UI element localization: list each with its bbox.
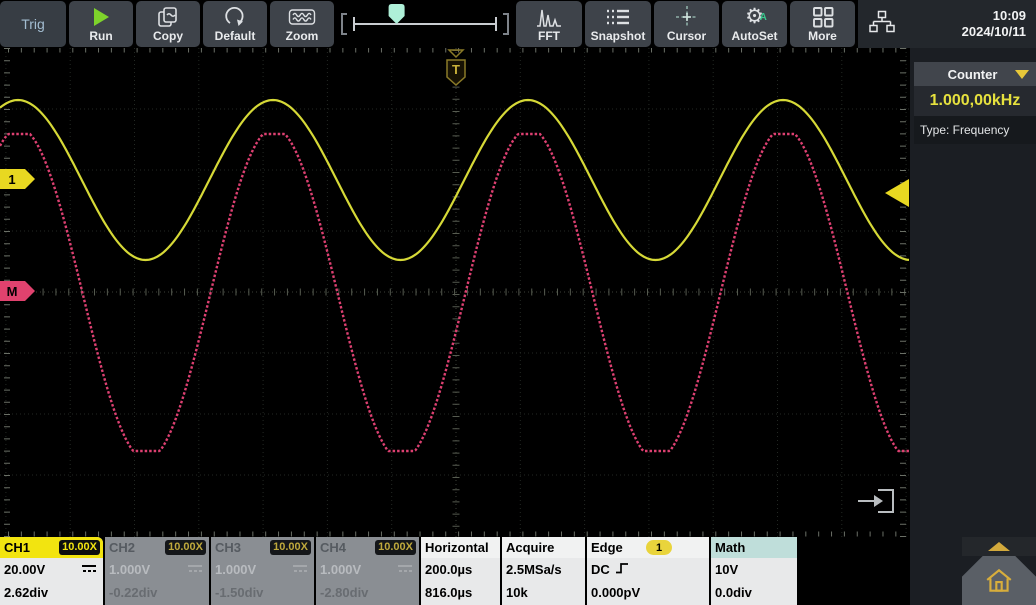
- autoset-button[interactable]: ⚙A AutoSet: [722, 1, 787, 47]
- measurement-panel: Counter 1.000,00kHz Type: Frequency: [910, 48, 1036, 605]
- cursor-button[interactable]: Cursor: [654, 1, 719, 47]
- oscilloscope-screen: Trig Run Copy Default: [0, 0, 1036, 605]
- trigger-block[interactable]: Edge 1 DC 0.000pV: [587, 537, 709, 605]
- scope-graticule: T 1 M: [0, 48, 910, 537]
- network-icon[interactable]: [868, 10, 896, 39]
- ch2-offset: -0.22div: [109, 585, 157, 600]
- memory-depth: 10k: [506, 585, 528, 600]
- ch1-scale: 20.00V: [4, 562, 45, 577]
- expand-arrow-head: [874, 495, 883, 507]
- counter-value: 1.000,00kHz: [914, 86, 1036, 116]
- copy-button[interactable]: Copy: [136, 1, 200, 47]
- snapshot-list-icon: [605, 5, 631, 29]
- ch1-offset: 2.62div: [4, 585, 48, 600]
- math-block[interactable]: Math 10V 0.0div: [711, 537, 797, 605]
- dc-coupling-icon: [292, 562, 308, 577]
- clock[interactable]: 10:09 2024/10/11: [962, 8, 1036, 40]
- date: 2024/10/11: [962, 24, 1026, 40]
- trig-status[interactable]: Trig: [0, 1, 66, 47]
- fft-button[interactable]: FFT: [516, 1, 582, 47]
- acquire-block[interactable]: Acquire 2.5MSa/s 10k: [502, 537, 585, 605]
- math-marker-label: M: [7, 284, 18, 299]
- dc-coupling-icon: [187, 562, 203, 577]
- slider-thumb[interactable]: [389, 4, 405, 24]
- trigger-flag-label: T: [452, 62, 460, 77]
- home-icon: [984, 566, 1014, 596]
- trigger-title: Edge: [591, 540, 623, 555]
- horizontal-title: Horizontal: [425, 540, 489, 555]
- timebase-value: 200.0µs: [425, 562, 472, 577]
- ch4-offset: -2.80div: [320, 585, 368, 600]
- ch1-name: CH1: [4, 540, 30, 555]
- status-area: 10:09 2024/10/11: [858, 0, 1036, 48]
- ch4-scale: 1.000V: [320, 562, 361, 577]
- channel-block-ch4[interactable]: CH4 10.00X 1.000V -2.80div: [316, 537, 419, 605]
- math-offset: 0.0div: [715, 585, 752, 600]
- ch3-name: CH3: [215, 540, 241, 555]
- horizontal-block[interactable]: Horizontal 200.0µs 816.0µs: [421, 537, 500, 605]
- top-toolbar: Trig Run Copy Default: [0, 0, 1036, 48]
- chevron-down-icon: [1015, 70, 1029, 79]
- collapse-panel-button[interactable]: [962, 537, 1036, 556]
- math-title: Math: [715, 540, 745, 555]
- counter-type: Type: Frequency: [914, 116, 1036, 144]
- chevron-up-icon: [988, 542, 1010, 551]
- math-position-marker[interactable]: [0, 281, 35, 301]
- channel-block-ch3[interactable]: CH3 10.00X 1.000V -1.50div: [211, 537, 314, 605]
- ch3-offset: -1.50div: [215, 585, 263, 600]
- ch2-scale: 1.000V: [109, 562, 150, 577]
- play-icon: [94, 5, 109, 29]
- trigger-source-badge: 1: [646, 540, 672, 555]
- ch3-probe-badge: 10.00X: [270, 540, 311, 555]
- ch1-position-marker[interactable]: [0, 169, 35, 189]
- zoom-button[interactable]: Zoom: [270, 1, 334, 47]
- time: 10:09: [962, 8, 1026, 24]
- trigger-level-marker[interactable]: [885, 179, 909, 207]
- more-grid-icon: [811, 5, 835, 29]
- run-button[interactable]: Run: [69, 1, 133, 47]
- trigger-position-marker[interactable]: [449, 50, 463, 57]
- ch1-probe-badge: 10.00X: [59, 540, 100, 555]
- ch2-probe-badge: 10.00X: [165, 540, 206, 555]
- copy-icon: [156, 5, 180, 29]
- trigger-level: 0.000pV: [591, 585, 640, 600]
- channel-block-ch1[interactable]: CH1 10.00X 20.00V 2.62div: [0, 537, 103, 605]
- trigger-position-slider[interactable]: [337, 1, 513, 47]
- trigger-coupling: DC: [591, 562, 610, 577]
- rising-edge-icon: [615, 561, 630, 578]
- ch4-probe-badge: 10.00X: [375, 540, 416, 555]
- ch4-name: CH4: [320, 540, 346, 555]
- autoset-gear-icon: ⚙A: [745, 5, 764, 29]
- counter-title: Counter: [914, 67, 1015, 82]
- sample-rate: 2.5MSa/s: [506, 562, 562, 577]
- dc-coupling-icon: [397, 562, 413, 577]
- fft-spectrum-icon: [536, 5, 562, 29]
- more-button[interactable]: More: [790, 1, 855, 47]
- counter-dropdown[interactable]: Counter: [914, 62, 1036, 86]
- trig-label: Trig: [21, 18, 45, 31]
- horizontal-offset: 816.0µs: [425, 585, 472, 600]
- snapshot-button[interactable]: Snapshot: [585, 1, 651, 47]
- default-button[interactable]: Default: [203, 1, 267, 47]
- ch3-scale: 1.000V: [215, 562, 256, 577]
- waveform-display[interactable]: T 1 M: [0, 48, 910, 537]
- ch2-name: CH2: [109, 540, 135, 555]
- channel-status-bar: CH1 10.00X 20.00V 2.62div CH2 10.00X: [0, 537, 910, 605]
- dc-coupling-icon: [81, 562, 97, 577]
- acquire-title: Acquire: [506, 540, 554, 555]
- zoom-waveform-icon: [288, 5, 316, 29]
- math-scale: 10V: [715, 562, 738, 577]
- channel-block-ch2[interactable]: CH2 10.00X 1.000V -0.22div: [105, 537, 209, 605]
- cursor-crosshair-icon: [675, 5, 699, 29]
- ch1-marker-label: 1: [8, 172, 15, 187]
- reset-arrow-icon: [223, 5, 247, 29]
